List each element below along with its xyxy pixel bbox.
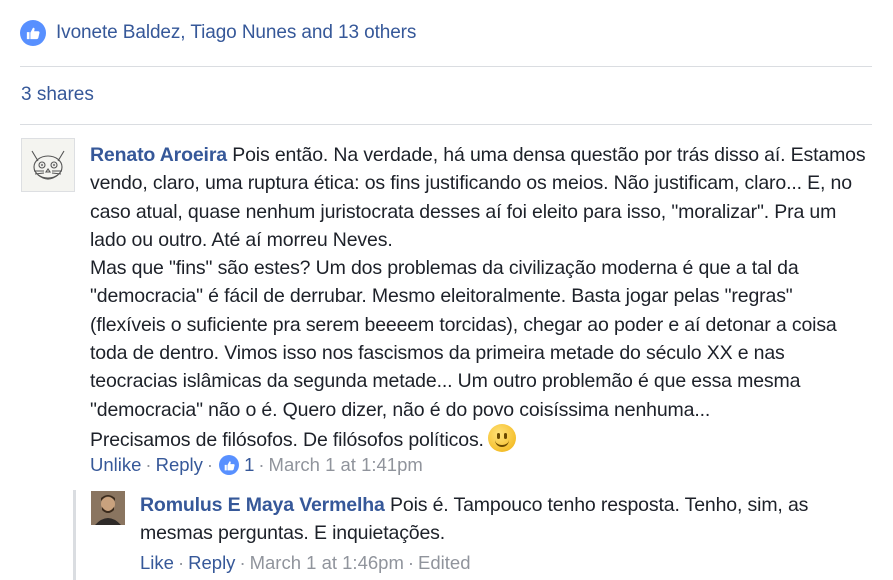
unlike-button[interactable]: Unlike: [90, 454, 141, 476]
separator: ·: [206, 454, 214, 475]
reply-author-link[interactable]: Romulus E Maya Vermelha: [140, 494, 385, 516]
separator: ·: [177, 552, 185, 573]
reply-button[interactable]: Reply: [156, 454, 203, 476]
comment-timestamp[interactable]: March 1 at 1:41pm: [269, 454, 423, 476]
reply-actions: Like · Reply · March 1 at 1:46pm · Edite…: [140, 552, 471, 574]
separator: ·: [407, 552, 415, 573]
comment-author-link[interactable]: Renato Aroeira: [90, 144, 227, 166]
smile-emoji-icon: [487, 423, 516, 452]
person-photo-icon: [91, 491, 125, 525]
comment-actions: Unlike · Reply · 1 · March 1 at 1:41pm: [90, 454, 423, 476]
divider: [20, 124, 872, 125]
reply-body: Romulus E Maya Vermelha Pois é. Tampouco…: [140, 491, 840, 548]
reply-avatar[interactable]: [91, 491, 125, 525]
cat-drawing-icon: [31, 150, 65, 180]
comment-paragraph: Renato Aroeira Pois então. Na verdade, h…: [90, 141, 870, 254]
reply-timestamp[interactable]: March 1 at 1:46pm: [250, 552, 404, 574]
separator: ·: [145, 454, 152, 475]
separator: ·: [239, 552, 246, 573]
comment-text: Mas que "fins" são estes? Um dos problem…: [90, 257, 837, 421]
likes-names-link[interactable]: Ivonete Baldez, Tiago Nunes and 13 other…: [56, 22, 416, 44]
like-button[interactable]: Like: [140, 552, 174, 574]
comment-text: Precisamos de filósofos. De filósofos po…: [90, 428, 484, 451]
edited-label[interactable]: Edited: [418, 552, 470, 574]
avatar[interactable]: [21, 138, 75, 192]
reply-thread-line: [73, 490, 76, 580]
like-count[interactable]: 1: [244, 454, 254, 476]
divider: [20, 66, 872, 67]
reply-button[interactable]: Reply: [188, 552, 235, 574]
comment-paragraph: Precisamos de filósofos. De filósofos po…: [90, 423, 870, 454]
like-reaction-icon: [20, 20, 46, 46]
comment-body: Renato Aroeira Pois então. Na verdade, h…: [90, 141, 870, 454]
like-count-icon[interactable]: [219, 455, 240, 475]
shares-link[interactable]: 3 shares: [21, 84, 94, 106]
separator: ·: [258, 454, 265, 475]
likes-summary[interactable]: Ivonete Baldez, Tiago Nunes and 13 other…: [20, 18, 416, 48]
